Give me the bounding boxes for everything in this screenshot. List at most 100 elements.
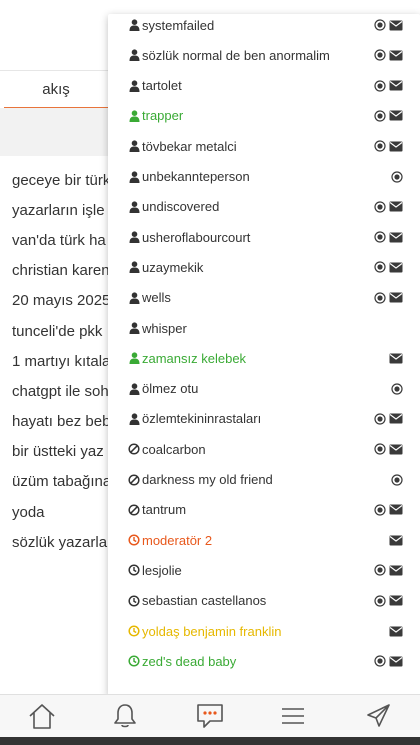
- user-row[interactable]: yoldaş benjamin franklin: [108, 616, 420, 646]
- clock-icon: [128, 625, 140, 638]
- user-row[interactable]: sözlük normal de ben anormalim: [108, 40, 420, 70]
- user-row[interactable]: systemfailed: [108, 14, 420, 40]
- user-actions: [373, 14, 404, 40]
- mail-icon[interactable]: [388, 351, 404, 365]
- username-link[interactable]: özlemtekininrastaları: [142, 411, 261, 426]
- eye-icon[interactable]: [373, 442, 387, 456]
- username-link[interactable]: lesjolie: [142, 563, 182, 578]
- user-row[interactable]: lesjolie: [108, 555, 420, 585]
- eye-icon[interactable]: [373, 291, 387, 305]
- username-link[interactable]: ölmez otu: [142, 381, 198, 396]
- user-actions: [390, 162, 404, 192]
- eye-icon[interactable]: [373, 503, 387, 517]
- username-link[interactable]: usheroflabourcourt: [142, 230, 250, 245]
- user-row[interactable]: moderatör 2: [108, 525, 420, 555]
- user-row[interactable]: tövbekar metalci: [108, 131, 420, 161]
- username-link[interactable]: tövbekar metalci: [142, 139, 237, 154]
- username-link[interactable]: trapper: [142, 108, 183, 123]
- bell-icon[interactable]: [108, 699, 142, 733]
- eye-icon[interactable]: [373, 260, 387, 274]
- eye-icon[interactable]: [390, 382, 404, 396]
- username-link[interactable]: yoldaş benjamin franklin: [142, 624, 281, 639]
- user-row[interactable]: undiscovered: [108, 192, 420, 222]
- username-link[interactable]: coalcarbon: [142, 442, 206, 457]
- user-icon: [128, 291, 140, 304]
- mail-icon[interactable]: [388, 412, 404, 426]
- home-icon[interactable]: [25, 699, 59, 733]
- mail-icon[interactable]: [388, 503, 404, 517]
- mail-icon[interactable]: [388, 533, 404, 547]
- user-row[interactable]: darkness my old friend: [108, 465, 420, 495]
- mail-icon[interactable]: [388, 230, 404, 244]
- user-row[interactable]: wells: [108, 283, 420, 313]
- user-row[interactable]: tantrum: [108, 495, 420, 525]
- eye-icon[interactable]: [390, 473, 404, 487]
- mail-icon[interactable]: [388, 442, 404, 456]
- user-actions: [373, 252, 404, 282]
- username-link[interactable]: unbekannteperson: [142, 169, 250, 184]
- user-row[interactable]: unbekannteperson: [108, 162, 420, 192]
- ban-icon: [128, 473, 140, 486]
- username-link[interactable]: whisper: [142, 321, 187, 336]
- mail-icon[interactable]: [388, 109, 404, 123]
- mail-icon[interactable]: [388, 624, 404, 638]
- username-link[interactable]: wells: [142, 290, 171, 305]
- eye-icon[interactable]: [373, 594, 387, 608]
- plane-icon[interactable]: [361, 699, 395, 733]
- eye-icon[interactable]: [373, 79, 387, 93]
- eye-icon[interactable]: [373, 563, 387, 577]
- eye-icon[interactable]: [373, 139, 387, 153]
- user-row[interactable]: usheroflabourcourt: [108, 222, 420, 252]
- eye-icon[interactable]: [373, 200, 387, 214]
- eye-icon[interactable]: [373, 230, 387, 244]
- user-icon: [128, 49, 140, 62]
- mail-icon[interactable]: [388, 291, 404, 305]
- user-row[interactable]: zed's dead baby: [108, 646, 420, 676]
- mail-icon[interactable]: [388, 563, 404, 577]
- username-link[interactable]: darkness my old friend: [142, 472, 273, 487]
- username-link[interactable]: zed's dead baby: [142, 654, 236, 669]
- mail-icon[interactable]: [388, 18, 404, 32]
- user-row[interactable]: trapper: [108, 101, 420, 131]
- user-row[interactable]: coalcarbon: [108, 434, 420, 464]
- eye-icon[interactable]: [373, 654, 387, 668]
- mail-icon[interactable]: [388, 48, 404, 62]
- user-actions: [373, 40, 404, 70]
- tab-akis[interactable]: akış: [4, 71, 108, 109]
- user-row[interactable]: whisper: [108, 313, 420, 343]
- user-row[interactable]: zamansız kelebek: [108, 343, 420, 373]
- eye-icon[interactable]: [373, 18, 387, 32]
- username-link[interactable]: undiscovered: [142, 199, 219, 214]
- username-link[interactable]: zamansız kelebek: [142, 351, 246, 366]
- mail-icon[interactable]: [388, 200, 404, 214]
- menu-icon[interactable]: [276, 699, 310, 733]
- mail-icon[interactable]: [388, 594, 404, 608]
- user-icon: [128, 261, 140, 274]
- user-actions: [373, 555, 404, 585]
- mail-icon[interactable]: [388, 654, 404, 668]
- user-icon: [128, 140, 140, 153]
- mail-icon[interactable]: [388, 139, 404, 153]
- user-row[interactable]: sebastian castellanos: [108, 586, 420, 616]
- username-link[interactable]: sebastian castellanos: [142, 593, 266, 608]
- user-icon: [128, 382, 140, 395]
- user-row[interactable]: uzaymekik: [108, 252, 420, 282]
- eye-icon[interactable]: [373, 48, 387, 62]
- user-actions: [373, 131, 404, 161]
- clock-icon: [128, 594, 140, 607]
- user-row[interactable]: tartolet: [108, 71, 420, 101]
- username-link[interactable]: moderatör 2: [142, 533, 212, 548]
- eye-icon[interactable]: [390, 170, 404, 184]
- user-row[interactable]: ölmez otu: [108, 374, 420, 404]
- username-link[interactable]: systemfailed: [142, 18, 214, 33]
- mail-icon[interactable]: [388, 79, 404, 93]
- eye-icon[interactable]: [373, 109, 387, 123]
- username-link[interactable]: sözlük normal de ben anormalim: [142, 48, 330, 63]
- mail-icon[interactable]: [388, 260, 404, 274]
- username-link[interactable]: uzaymekik: [142, 260, 203, 275]
- username-link[interactable]: tartolet: [142, 78, 182, 93]
- username-link[interactable]: tantrum: [142, 502, 186, 517]
- chat-icon[interactable]: [193, 699, 227, 733]
- user-row[interactable]: özlemtekininrastaları: [108, 404, 420, 434]
- eye-icon[interactable]: [373, 412, 387, 426]
